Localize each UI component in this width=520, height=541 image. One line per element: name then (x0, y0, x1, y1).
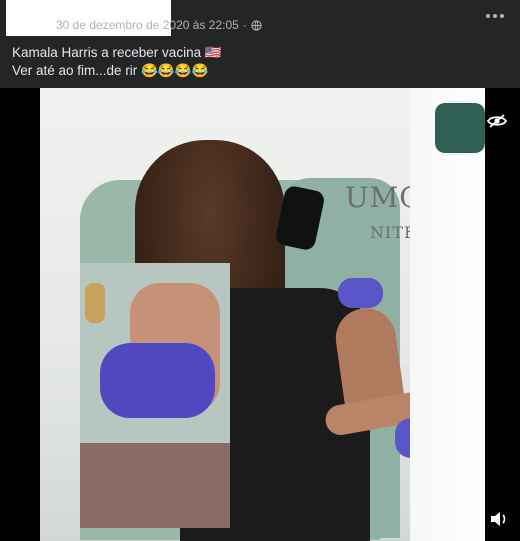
post-timestamp-row[interactable]: 30 de dezembro de 2020 às 22:05 · (56, 18, 262, 32)
nurse-face-shield (435, 103, 485, 153)
inset-bracelet (85, 283, 105, 323)
video-player[interactable]: UMC NITED (0, 88, 520, 541)
eye-hidden-icon[interactable] (486, 110, 508, 132)
inset-tray (80, 443, 230, 528)
post-timestamp[interactable]: 30 de dezembro de 2020 às 22:05 (56, 18, 239, 32)
nurse-glove-upper (338, 278, 383, 308)
globe-icon (251, 19, 262, 31)
inset-glove (100, 343, 215, 418)
facebook-post: 30 de dezembro de 2020 às 22:05 · Kamala… (0, 0, 520, 541)
caption-line-2: Ver até ao fim...de rir 😂😂😂😂 (12, 63, 209, 78)
video-frame[interactable]: UMC NITED (40, 88, 485, 541)
post-caption: Kamala Harris a receber vacina 🇺🇸 Ver at… (12, 44, 222, 80)
video-inset-closeup (80, 263, 230, 528)
caption-line-1: Kamala Harris a receber vacina 🇺🇸 (12, 45, 222, 60)
volume-icon[interactable] (488, 508, 510, 530)
nurse-figure (410, 88, 485, 541)
more-options-icon[interactable] (486, 10, 504, 22)
